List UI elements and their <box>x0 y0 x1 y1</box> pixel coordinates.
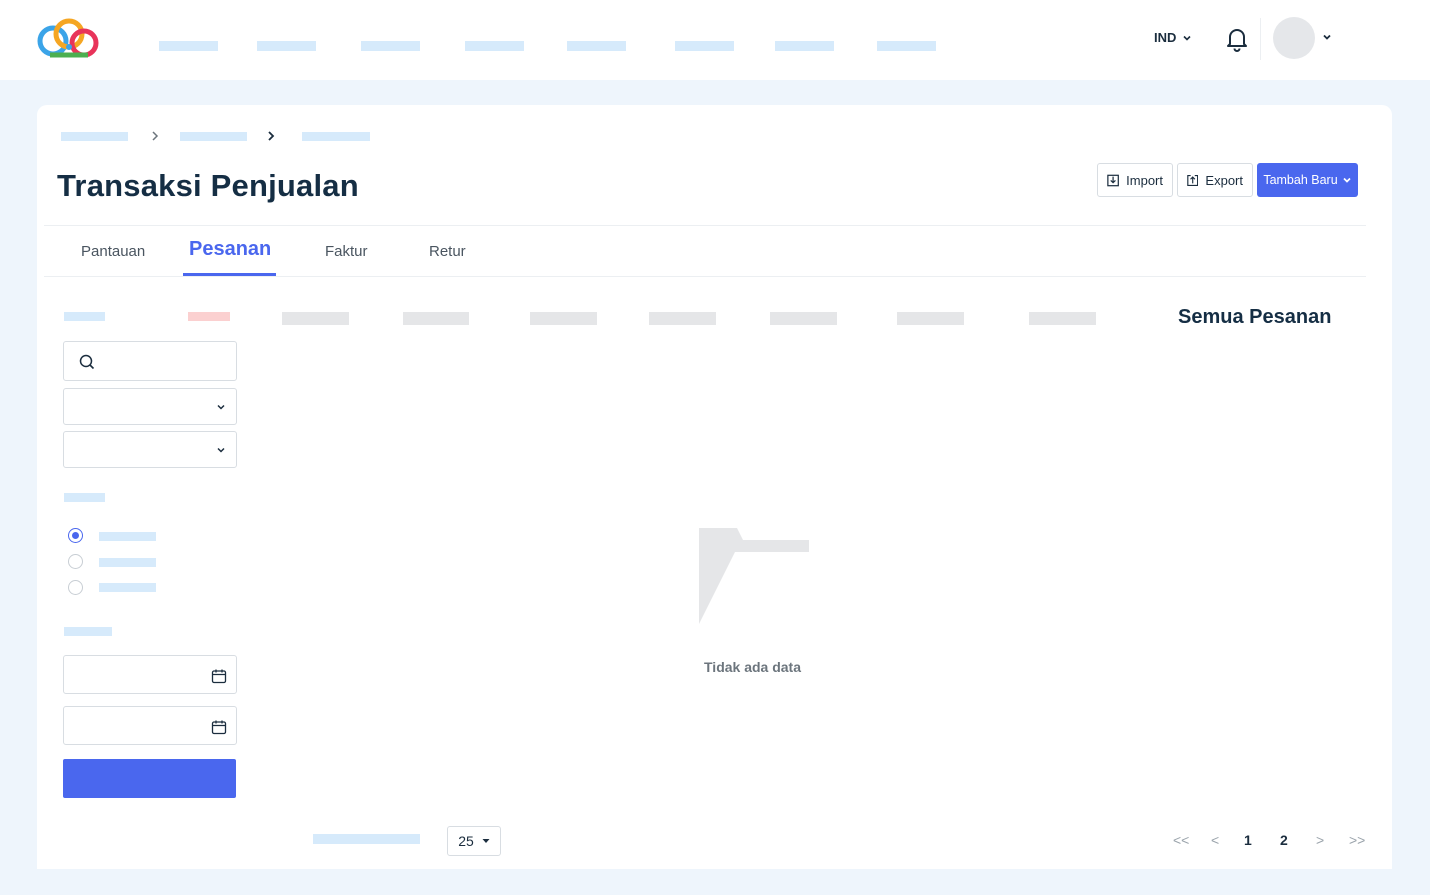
breadcrumb-item-current <box>302 132 370 141</box>
import-button[interactable]: Import <box>1097 163 1173 197</box>
next-page-button[interactable]: > <box>1316 832 1324 848</box>
filter-select[interactable] <box>63 431 237 468</box>
nav-item-placeholder[interactable] <box>465 41 524 51</box>
filter-select[interactable] <box>63 388 237 425</box>
column-header-placeholder[interactable] <box>282 312 349 325</box>
search-icon <box>79 354 95 370</box>
records-info-placeholder <box>313 834 420 844</box>
nav-item-placeholder[interactable] <box>775 41 834 51</box>
page-number-1[interactable]: 1 <box>1244 832 1252 848</box>
chevron-right-icon <box>268 131 275 141</box>
export-button[interactable]: Export <box>1177 163 1253 197</box>
status-group-label-placeholder <box>64 493 105 502</box>
nav-item-placeholder[interactable] <box>257 41 316 51</box>
chevron-down-icon <box>217 447 225 453</box>
tab-retur[interactable]: Retur <box>429 243 466 260</box>
date-group-label-placeholder <box>64 627 112 636</box>
top-bar: IND <box>0 0 1430 80</box>
language-selector[interactable]: IND <box>1154 30 1192 45</box>
end-date-field[interactable] <box>63 706 237 745</box>
per-page-value: 25 <box>458 833 474 849</box>
reset-filter-placeholder[interactable] <box>188 312 230 321</box>
chevron-right-icon <box>152 131 159 141</box>
page-title: Transaksi Penjualan <box>57 168 359 203</box>
nav-item-placeholder[interactable] <box>675 41 734 51</box>
chevron-down-icon <box>217 404 225 410</box>
tab-pantauan[interactable]: Pantauan <box>81 243 145 260</box>
tabs-divider-line <box>44 276 1366 277</box>
last-page-button[interactable]: >> <box>1349 832 1365 848</box>
tab-faktur[interactable]: Faktur <box>325 243 368 260</box>
empty-state-text: Tidak ada data <box>704 659 802 675</box>
status-radio-label-placeholder <box>99 532 156 541</box>
status-radio-label-placeholder <box>99 558 156 567</box>
chevron-down-icon[interactable] <box>1321 31 1333 43</box>
status-radio[interactable] <box>68 580 83 595</box>
apply-filter-button[interactable] <box>63 759 236 798</box>
column-header-placeholder[interactable] <box>649 312 716 325</box>
column-header-placeholder[interactable] <box>403 312 469 325</box>
bell-icon[interactable] <box>1225 26 1249 52</box>
language-label: IND <box>1154 30 1177 45</box>
import-label: Import <box>1126 172 1163 188</box>
breadcrumb-item[interactable] <box>180 132 247 141</box>
empty-folder-icon <box>699 528 809 624</box>
section-title: Semua Pesanan <box>1178 306 1332 328</box>
caret-down-icon <box>482 839 490 843</box>
add-new-button[interactable]: Tambah Baru <box>1257 163 1358 197</box>
avatar[interactable] <box>1273 17 1315 59</box>
nav-item-placeholder[interactable] <box>361 41 420 51</box>
nav-item-placeholder[interactable] <box>567 41 626 51</box>
nav-item-placeholder[interactable] <box>159 41 218 51</box>
filter-title-placeholder <box>64 312 105 321</box>
page-number-2[interactable]: 2 <box>1280 832 1288 848</box>
column-header-placeholder[interactable] <box>530 312 597 325</box>
header-divider <box>1260 18 1261 60</box>
breadcrumb-item[interactable] <box>61 132 128 141</box>
prev-page-button[interactable]: < <box>1211 832 1219 848</box>
status-radio[interactable] <box>68 528 83 543</box>
first-page-button[interactable]: << <box>1173 832 1189 848</box>
export-icon <box>1187 174 1199 186</box>
column-header-placeholder[interactable] <box>897 312 964 325</box>
nav-item-placeholder[interactable] <box>877 41 936 51</box>
export-label: Export <box>1205 172 1243 188</box>
calendar-icon <box>211 720 227 735</box>
chevron-down-icon <box>1343 177 1351 183</box>
app-logo-icon[interactable] <box>36 17 102 61</box>
calendar-icon <box>211 669 227 684</box>
import-icon <box>1107 174 1119 186</box>
header-divider-line <box>44 225 1366 226</box>
per-page-select[interactable]: 25 <box>447 826 501 856</box>
column-header-placeholder[interactable] <box>1029 312 1096 325</box>
status-radio[interactable] <box>68 554 83 569</box>
column-header-placeholder[interactable] <box>770 312 837 325</box>
add-new-label: Tambah Baru <box>1263 173 1338 187</box>
tab-pesanan[interactable]: Pesanan <box>189 238 271 261</box>
chevron-down-icon <box>1183 35 1191 41</box>
main-card <box>37 105 1392 869</box>
status-radio-label-placeholder <box>99 583 156 592</box>
start-date-field[interactable] <box>63 655 237 694</box>
search-input[interactable] <box>63 341 237 381</box>
